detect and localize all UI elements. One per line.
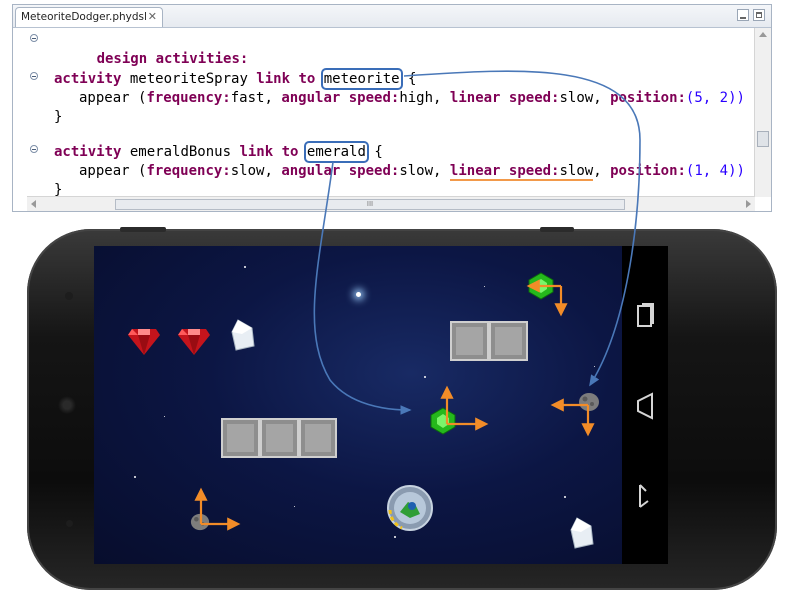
- horizontal-scrollbar[interactable]: III: [27, 196, 755, 211]
- vertical-scroll-thumb[interactable]: [757, 131, 769, 147]
- stone-block-row: [221, 418, 337, 458]
- diamond-gem-icon: [570, 517, 594, 549]
- link-target-meteorite: meteorite: [320, 68, 403, 90]
- keyword: link to: [239, 144, 299, 160]
- star: [244, 266, 246, 268]
- home-icon[interactable]: [630, 481, 660, 511]
- back-icon[interactable]: [630, 391, 660, 421]
- warning-underline: linear speed:slow: [449, 163, 594, 181]
- tab-label: MeteoriteDodger.phydsl: [21, 11, 147, 23]
- meteorite-icon: [579, 393, 599, 411]
- stone-block-row: [450, 321, 528, 361]
- minimize-icon[interactable]: [737, 9, 749, 21]
- open-brace: {: [399, 71, 417, 87]
- keyword: link to: [256, 71, 316, 87]
- link-target-emerald: emerald: [303, 141, 369, 163]
- code-line-1: design activities:: [46, 32, 249, 67]
- star: [294, 506, 295, 507]
- ruby-gem-icon: [178, 329, 210, 355]
- keyword: design activities:: [96, 51, 249, 67]
- code-area[interactable]: design activities: activity meteoriteSpr…: [13, 28, 755, 198]
- code-editor-window: MeteoriteDodger.phydsl ✕ design activiti…: [12, 4, 772, 212]
- close-tab-icon[interactable]: ✕: [148, 8, 157, 26]
- keyword: activity: [54, 144, 122, 160]
- editor-tab-bar: MeteoriteDodger.phydsl ✕: [13, 5, 771, 28]
- vertical-scrollbar[interactable]: [754, 28, 771, 197]
- open-brace: {: [365, 144, 383, 160]
- star: [164, 416, 165, 417]
- phone-power-button: [540, 227, 574, 232]
- keyword: activity: [54, 71, 122, 87]
- android-navigation-bar: [622, 246, 668, 564]
- activity-name: meteoriteSpray: [121, 71, 257, 87]
- scroll-up-icon[interactable]: [759, 32, 767, 37]
- recent-apps-icon[interactable]: [630, 301, 660, 331]
- star: [594, 366, 595, 367]
- star: [564, 496, 566, 498]
- code-line-5: activity emeraldBonus link to emerald {: [54, 141, 383, 163]
- star: [484, 286, 485, 287]
- star: [356, 292, 361, 297]
- fold-marker-icon[interactable]: [30, 34, 38, 42]
- emerald-gem-icon: [528, 272, 554, 300]
- front-camera: [65, 292, 73, 300]
- horizontal-scroll-thumb[interactable]: III: [115, 199, 625, 210]
- activity-name: emeraldBonus: [121, 144, 240, 160]
- phone-volume-button: [120, 227, 166, 232]
- player-ship-icon[interactable]: [386, 484, 434, 532]
- speaker-grille: [58, 396, 76, 414]
- maximize-icon[interactable]: [753, 9, 765, 21]
- code-line-2: activity meteoriteSpray link to meteorit…: [54, 68, 417, 90]
- code-line-6: appear (frequency:slow, angular speed:sl…: [79, 163, 745, 181]
- star: [424, 376, 426, 378]
- proximity-sensor: [66, 520, 73, 527]
- code-line-3: appear (frequency:fast, angular speed:hi…: [79, 90, 745, 106]
- game-screen[interactable]: [94, 246, 622, 564]
- star: [394, 536, 396, 538]
- fold-marker-icon[interactable]: [30, 145, 38, 153]
- star: [134, 476, 136, 478]
- fold-marker-icon[interactable]: [30, 72, 38, 80]
- ruby-gem-icon: [128, 329, 160, 355]
- code-line-4: }: [54, 109, 63, 125]
- scroll-right-icon[interactable]: [746, 200, 751, 208]
- tab-meteoritedodger[interactable]: MeteoriteDodger.phydsl ✕: [15, 7, 163, 27]
- scroll-left-icon[interactable]: [31, 200, 36, 208]
- diamond-gem-icon: [231, 319, 255, 351]
- meteorite-icon: [190, 513, 210, 531]
- emerald-gem-icon: [430, 407, 456, 435]
